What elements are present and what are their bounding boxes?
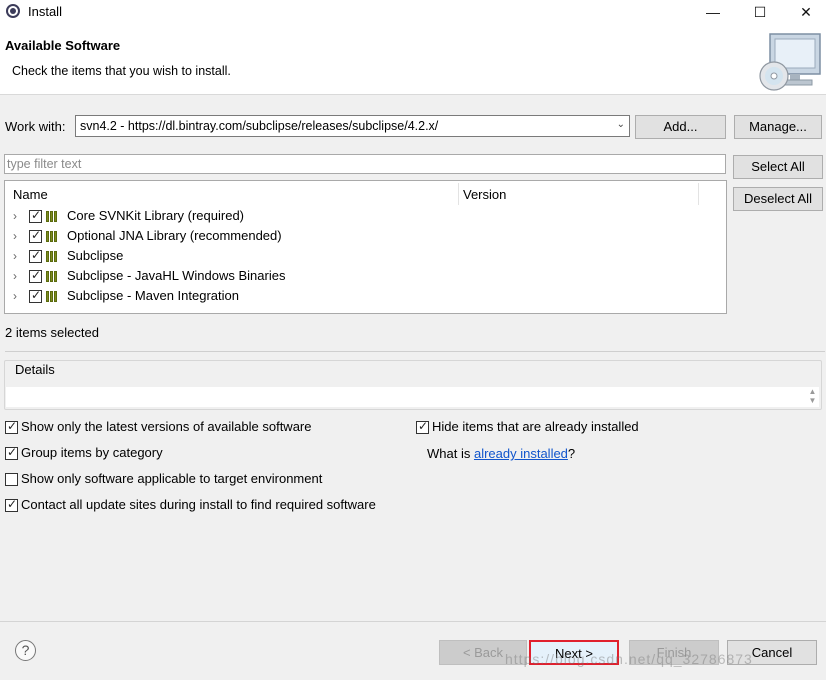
row-checkbox[interactable] <box>29 228 42 243</box>
details-scrollbar[interactable]: ▲ ▼ <box>806 387 819 407</box>
page-title: Available Software <box>5 38 121 53</box>
filter-input[interactable] <box>7 156 707 172</box>
row-checkbox[interactable] <box>29 268 42 283</box>
what-is-suffix: ? <box>567 446 576 461</box>
row-checkbox[interactable] <box>29 208 42 223</box>
group-by-category-label[interactable]: Group items by category <box>21 445 163 460</box>
tree-row[interactable]: › Core SVNKit Library (required) <box>5 207 725 227</box>
install-cd-monitor-icon <box>759 33 821 91</box>
contact-sites-checkbox[interactable] <box>5 497 18 512</box>
row-label: Subclipse - JavaHL Windows Binaries <box>67 268 286 283</box>
target-environment-checkbox[interactable] <box>5 473 18 486</box>
already-installed-link[interactable]: already installed <box>474 446 568 461</box>
select-all-button[interactable]: Select All <box>733 155 823 179</box>
details-text[interactable] <box>6 387 819 407</box>
divider <box>5 351 825 352</box>
row-checkbox[interactable] <box>29 248 42 263</box>
feature-group-icon <box>46 210 62 222</box>
row-label: Optional JNA Library (recommended) <box>67 228 282 243</box>
deselect-all-button[interactable]: Deselect All <box>733 187 823 211</box>
row-label: Core SVNKit Library (required) <box>67 208 245 223</box>
latest-versions-checkbox[interactable] <box>5 419 18 434</box>
chevron-right-icon[interactable]: › <box>13 249 17 263</box>
work-with-value: svn4.2 - https://dl.bintray.com/subclips… <box>80 119 439 133</box>
latest-versions-label[interactable]: Show only the latest versions of availab… <box>21 419 312 434</box>
row-label: Subclipse - Maven Integration <box>67 288 239 303</box>
hide-installed-checkbox[interactable] <box>416 419 429 434</box>
column-divider[interactable] <box>698 183 699 205</box>
chevron-right-icon[interactable]: › <box>13 209 17 223</box>
feature-group-icon <box>46 250 62 262</box>
column-header-version[interactable]: Version <box>463 187 506 202</box>
target-environment-label[interactable]: Show only software applicable to target … <box>21 471 322 486</box>
feature-group-icon <box>46 230 62 242</box>
chevron-down-icon[interactable]: ⌄ <box>617 119 625 130</box>
tree-row[interactable]: › Subclipse - JavaHL Windows Binaries <box>5 267 725 287</box>
column-divider[interactable] <box>458 183 459 205</box>
close-button[interactable]: ✕ <box>783 0 826 24</box>
wizard-header: Available Software Check the items that … <box>0 24 826 95</box>
already-installed-prompt: What is already installed? <box>427 446 575 461</box>
page-description: Check the items that you wish to install… <box>12 64 231 78</box>
group-by-category-checkbox[interactable] <box>5 445 18 460</box>
window-title: Install <box>28 4 62 19</box>
filter-field[interactable] <box>4 154 726 174</box>
feature-group-icon <box>46 270 62 282</box>
chevron-right-icon[interactable]: › <box>13 289 17 303</box>
watermark: https://blog.csdn.net/qq_32786873 <box>505 651 753 667</box>
tree-row[interactable]: › Optional JNA Library (recommended) <box>5 227 725 247</box>
help-question-icon[interactable]: ? <box>15 640 36 661</box>
maximize-button[interactable]: ☐ <box>737 0 783 24</box>
work-with-label: Work with: <box>5 119 66 134</box>
manage-sites-button[interactable]: Manage... <box>734 115 822 139</box>
tree-row[interactable]: › Subclipse <box>5 247 725 267</box>
row-checkbox[interactable] <box>29 288 42 303</box>
selection-status: 2 items selected <box>5 325 99 340</box>
work-with-combo[interactable]: svn4.2 - https://dl.bintray.com/subclips… <box>75 115 630 137</box>
hide-installed-label[interactable]: Hide items that are already installed <box>432 419 639 434</box>
chevron-right-icon[interactable]: › <box>13 269 17 283</box>
footer-divider <box>0 621 826 622</box>
what-is-prefix: What is <box>427 446 474 461</box>
chevron-right-icon[interactable]: › <box>13 229 17 243</box>
add-site-button[interactable]: Add... <box>635 115 726 139</box>
eclipse-app-icon <box>6 4 20 18</box>
tree-row[interactable]: › Subclipse - Maven Integration <box>5 287 725 307</box>
contact-sites-label[interactable]: Contact all update sites during install … <box>21 497 376 512</box>
row-label: Subclipse <box>67 248 124 263</box>
details-label: Details <box>13 362 57 377</box>
minimize-button[interactable]: — <box>690 0 736 24</box>
feature-group-icon <box>46 290 62 302</box>
column-header-name[interactable]: Name <box>13 187 48 202</box>
software-tree[interactable]: Name Version › Core SVNKit Library (requ… <box>4 180 727 314</box>
